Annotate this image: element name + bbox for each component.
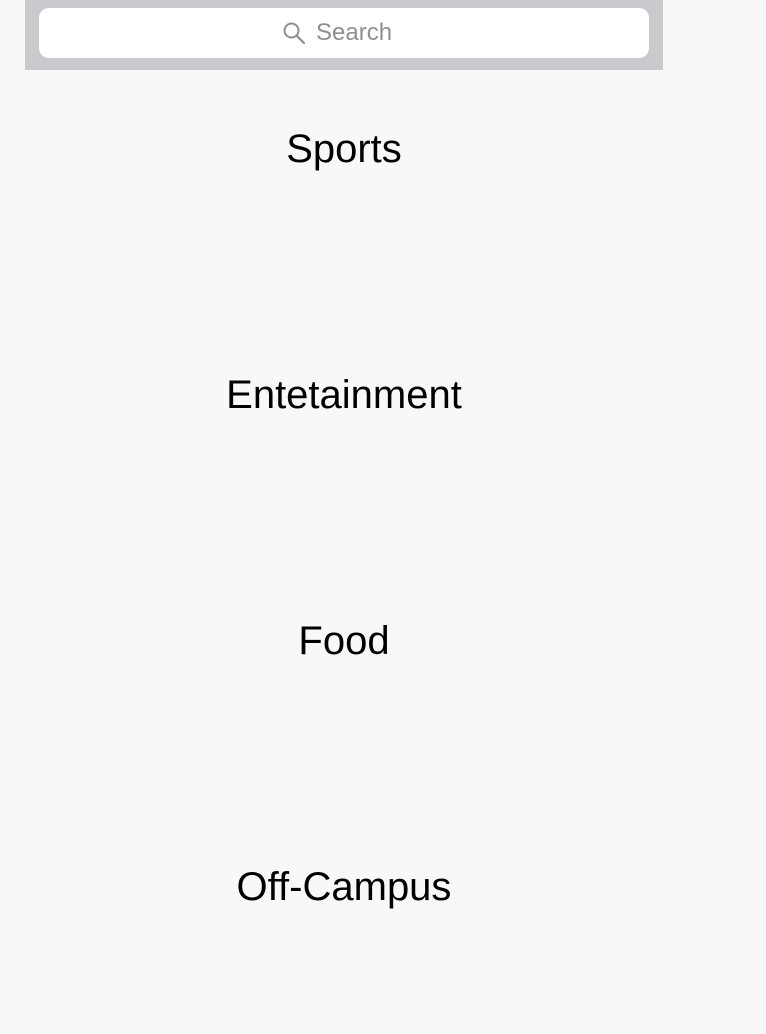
category-item-off-campus[interactable]: Off-Campus <box>25 808 663 1034</box>
category-item-food[interactable]: Food <box>25 562 663 808</box>
search-bar <box>25 0 663 70</box>
category-label: Sports <box>286 127 402 171</box>
category-label: Food <box>298 619 390 663</box>
search-icon <box>282 21 306 45</box>
search-field[interactable] <box>39 8 649 58</box>
category-label: Off-Campus <box>236 865 452 909</box>
category-item-entertainment[interactable]: Entetainment <box>25 316 663 562</box>
category-item-sports[interactable]: Sports <box>25 70 663 316</box>
category-label: Entetainment <box>226 373 462 417</box>
category-list: Sports Entetainment Food Off-Campus <box>25 70 663 1034</box>
screen: Sports Entetainment Food Off-Campus <box>0 0 766 1034</box>
search-input[interactable] <box>316 19 406 47</box>
